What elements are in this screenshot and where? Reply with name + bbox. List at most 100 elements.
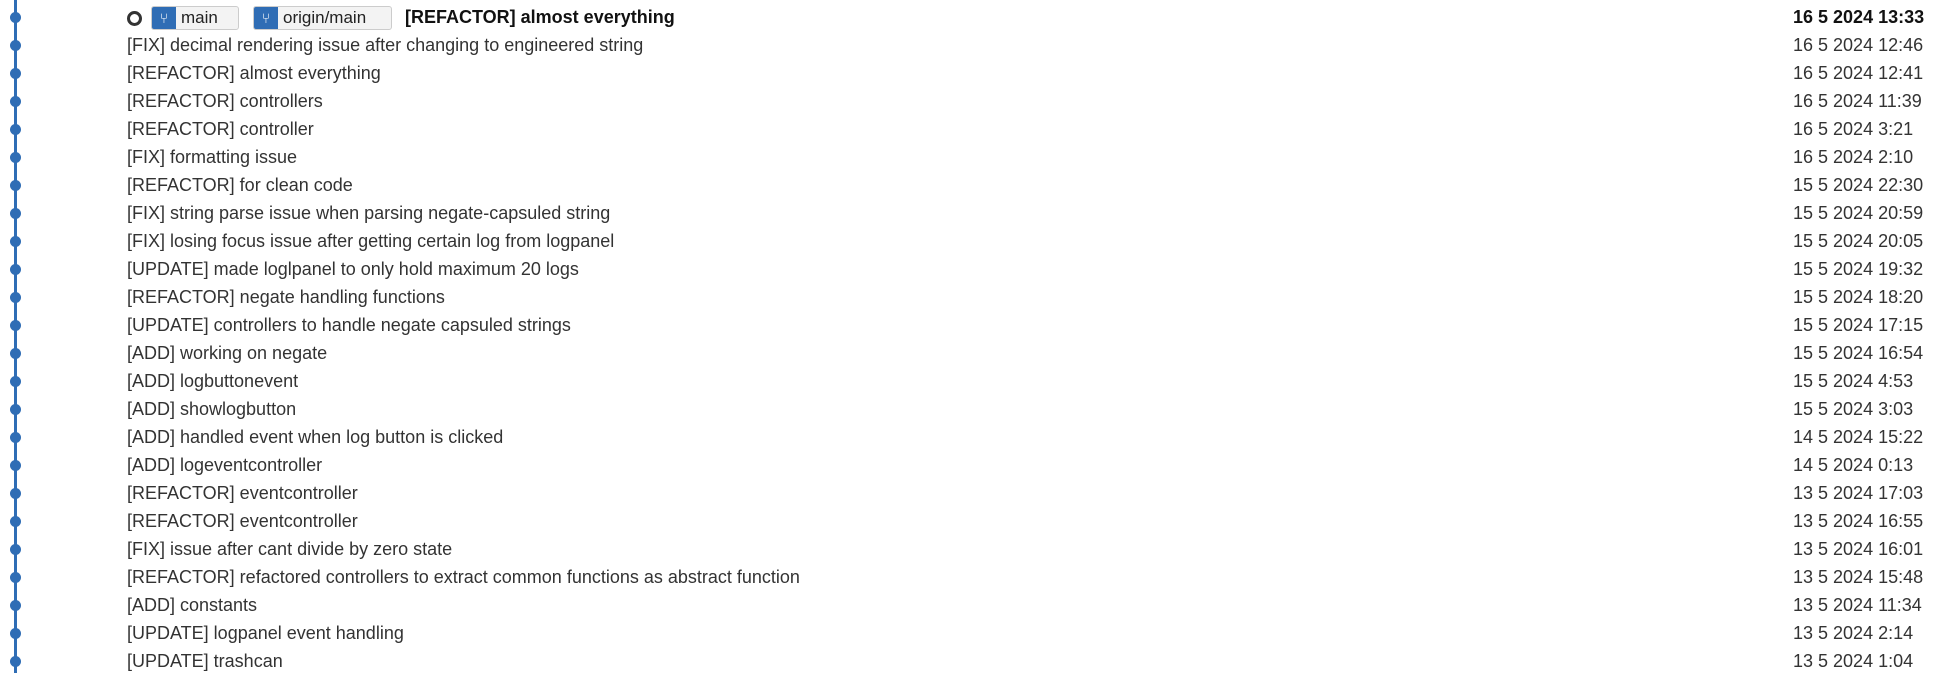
commit-message: [FIX] formatting issue xyxy=(127,147,298,167)
commit-node-icon xyxy=(10,320,21,331)
commit-message: [REFACTOR] for clean code xyxy=(127,175,353,195)
commit-date: 13 5 2024 16:01 xyxy=(1793,539,1924,559)
commit-node-icon xyxy=(10,572,21,583)
commit-row[interactable]: [REFACTOR] for clean code 15 5 2024 22:30 xyxy=(0,171,1953,199)
commit-message: [ADD] handled event when log button is c… xyxy=(127,427,504,447)
commit-node-icon xyxy=(10,488,21,499)
commit-message: [ADD] constants xyxy=(127,595,258,615)
commit-row[interactable]: [FIX] formatting issue 16 5 2024 2:10 xyxy=(0,143,1953,171)
commit-date: 13 5 2024 1:04 xyxy=(1793,651,1914,671)
commit-date: 15 5 2024 19:32 xyxy=(1793,259,1924,279)
commit-message: [REFACTOR] eventcontroller xyxy=(127,511,358,531)
commit-node-icon xyxy=(10,516,21,527)
commit-message: [UPDATE] controllers to handle negate ca… xyxy=(127,315,571,335)
commit-row[interactable]: [UPDATE] controllers to handle negate ca… xyxy=(0,311,1953,339)
commit-node-icon xyxy=(10,628,21,639)
commit-date: 15 5 2024 20:05 xyxy=(1793,231,1924,251)
commit-node-icon xyxy=(10,152,21,163)
commit-row[interactable]: [REFACTOR] refactored controllers to ext… xyxy=(0,563,1953,591)
commit-message: [REFACTOR] eventcontroller xyxy=(127,483,358,503)
commit-row[interactable]: [UPDATE] made loglpanel to only hold max… xyxy=(0,255,1953,283)
commit-node-icon xyxy=(10,460,21,471)
commit-date: 16 5 2024 11:39 xyxy=(1793,91,1922,111)
commit-node-icon xyxy=(10,12,21,23)
commit-row[interactable]: [FIX] issue after cant divide by zero st… xyxy=(0,535,1953,563)
commit-date: 14 5 2024 0:13 xyxy=(1793,455,1914,475)
commit-row[interactable]: [FIX] losing focus issue after getting c… xyxy=(0,227,1953,255)
commit-date: 15 5 2024 17:15 xyxy=(1793,315,1924,335)
commit-node-icon xyxy=(10,96,21,107)
commit-node-icon xyxy=(10,656,21,667)
commit-message: [ADD] working on negate xyxy=(127,343,328,363)
commit-node-icon xyxy=(10,236,21,247)
commit-node-icon xyxy=(10,40,21,51)
commit-date: 13 5 2024 16:55 xyxy=(1793,511,1924,531)
branch-icon: ⑂ xyxy=(152,7,176,29)
commit-date: 15 5 2024 4:53 xyxy=(1793,371,1914,391)
commit-date: 15 5 2024 16:54 xyxy=(1793,343,1924,363)
commit-date: 15 5 2024 3:03 xyxy=(1793,399,1914,419)
commit-date: 13 5 2024 17:03 xyxy=(1793,483,1924,503)
commit-message: [REFACTOR] almost everything xyxy=(405,7,675,27)
commit-list: ⑂ main ⑂ origin/main [REFACTOR] almost every… xyxy=(0,3,1953,675)
commit-message: [FIX] losing focus issue after getting c… xyxy=(127,231,615,251)
commit-message: [REFACTOR] almost everything xyxy=(127,63,381,83)
commit-date: 13 5 2024 2:14 xyxy=(1793,623,1914,643)
commit-node-icon xyxy=(10,124,21,135)
commit-row[interactable]: [UPDATE] logpanel event handling 13 5 202… xyxy=(0,619,1953,647)
branch-badge[interactable]: ⑂ origin/main xyxy=(253,6,392,30)
commit-row[interactable]: [ADD] showlogbutton 15 5 2024 3:03 xyxy=(0,395,1953,423)
commit-message: [ADD] logeventcontroller xyxy=(127,455,323,475)
commit-row[interactable]: [REFACTOR] eventcontroller 13 5 2024 16:5… xyxy=(0,507,1953,535)
branch-badge[interactable]: ⑂ main xyxy=(151,6,239,30)
commit-node-icon xyxy=(10,68,21,79)
commit-date: 13 5 2024 15:48 xyxy=(1793,567,1924,587)
commit-date: 15 5 2024 20:59 xyxy=(1793,203,1924,223)
commit-date: 13 5 2024 11:34 xyxy=(1793,595,1922,615)
commit-date: 15 5 2024 22:30 xyxy=(1793,175,1924,195)
commit-message: [UPDATE] trashcan xyxy=(127,651,283,671)
commit-date: 15 5 2024 18:20 xyxy=(1793,287,1924,307)
commit-date: 16 5 2024 12:41 xyxy=(1793,63,1924,83)
branch-icon: ⑂ xyxy=(254,7,278,29)
commit-message: [FIX] issue after cant divide by zero st… xyxy=(127,539,453,559)
commit-row[interactable]: [REFACTOR] negate handling functions 15 5… xyxy=(0,283,1953,311)
commit-date: 16 5 2024 3:21 xyxy=(1793,119,1914,139)
commit-message: [REFACTOR] negate handling functions xyxy=(127,287,445,307)
commit-message: [REFACTOR] refactored controllers to ext… xyxy=(127,567,800,587)
commit-date: 16 5 2024 13:33 xyxy=(1793,7,1925,27)
commit-node-icon xyxy=(10,404,21,415)
commit-node-icon xyxy=(10,292,21,303)
commit-row[interactable]: [FIX] string parse issue when parsing ne… xyxy=(0,199,1953,227)
commit-row[interactable]: [REFACTOR] almost everything 16 5 2024 12… xyxy=(0,59,1953,87)
commit-row[interactable]: [REFACTOR] controllers 16 5 2024 11:39 xyxy=(0,87,1953,115)
commit-row[interactable]: [ADD] working on negate 15 5 2024 16:54 xyxy=(0,339,1953,367)
commit-message: [ADD] showlogbutton xyxy=(127,399,297,419)
commit-message: [REFACTOR] controller xyxy=(127,119,314,139)
commit-node-icon xyxy=(10,208,21,219)
commit-node-icon xyxy=(10,180,21,191)
commit-node-icon xyxy=(10,376,21,387)
commit-node-icon xyxy=(10,348,21,359)
commit-node-icon xyxy=(10,600,21,611)
commit-row[interactable]: [ADD] logeventcontroller 14 5 2024 0:13 xyxy=(0,451,1953,479)
commit-message: [UPDATE] logpanel event handling xyxy=(127,623,404,643)
commit-row[interactable]: [REFACTOR] eventcontroller 13 5 2024 17:0… xyxy=(0,479,1953,507)
commit-date: 14 5 2024 15:22 xyxy=(1793,427,1924,447)
commit-row[interactable]: [ADD] handled event when log button is c… xyxy=(0,423,1953,451)
commit-row[interactable]: [UPDATE] trashcan 13 5 2024 1:04 xyxy=(0,647,1953,675)
commit-message: [UPDATE] made loglpanel to only hold max… xyxy=(127,259,579,279)
commit-row-head[interactable]: ⑂ main ⑂ origin/main [REFACTOR] almost every… xyxy=(0,3,1953,31)
commit-row[interactable]: [FIX] decimal rendering issue after chan… xyxy=(0,31,1953,59)
commit-date: 16 5 2024 2:10 xyxy=(1793,147,1914,167)
commit-message: [FIX] string parse issue when parsing ne… xyxy=(127,203,611,223)
head-indicator-icon xyxy=(127,11,142,26)
commit-message: [FIX] decimal rendering issue after chan… xyxy=(127,35,644,55)
commit-row[interactable]: [REFACTOR] controller 16 5 2024 3:21 xyxy=(0,115,1953,143)
commit-row[interactable]: [ADD] logbuttonevent 15 5 2024 4:53 xyxy=(0,367,1953,395)
commit-date: 16 5 2024 12:46 xyxy=(1793,35,1924,55)
commit-message: [ADD] logbuttonevent xyxy=(127,371,299,391)
commit-node-icon xyxy=(10,264,21,275)
commit-row[interactable]: [ADD] constants 13 5 2024 11:34 xyxy=(0,591,1953,619)
commit-node-icon xyxy=(10,544,21,555)
